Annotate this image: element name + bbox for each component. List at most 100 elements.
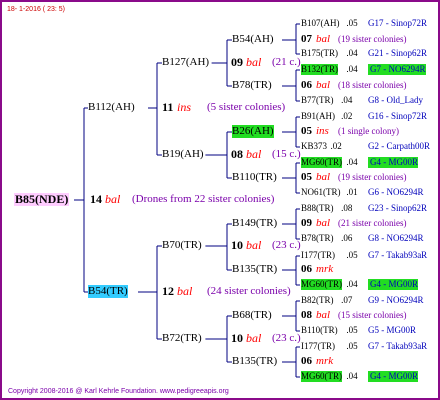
g2-gen: 09 <box>231 55 243 69</box>
g2-note: (23 c.) <box>272 332 301 344</box>
g3-gen: 06 <box>301 79 312 91</box>
g4-reference: G6 - NO6294R <box>368 187 424 197</box>
g4-colony: B77(TR) <box>301 95 334 105</box>
g2-gen: 08 <box>231 147 243 161</box>
g4-reference: G16 - Sinop72R <box>368 111 428 121</box>
pedigree-frame: 18- 1-2016 ( 23: 5) B85(NDE) 14 bal (Drones… <box>0 0 440 400</box>
g3-note: (19 sister colonies) <box>338 172 407 182</box>
g3-colony: B135(TR) <box>232 263 278 275</box>
g4-reference: G21 - Sinop62R <box>368 48 428 58</box>
g2-race: bal <box>246 331 262 345</box>
g3-note: (19 sister colonies) <box>338 34 407 44</box>
g1-bottom-gen: 12 <box>162 284 174 298</box>
g2-gen: 10 <box>231 238 243 252</box>
g2-note: (23 c.) <box>272 239 301 251</box>
root-note: (Drones from 22 sister colonies) <box>132 193 275 205</box>
g4-year: .02 <box>330 141 342 151</box>
g4-year: .04 <box>346 157 358 167</box>
g1-top-race: ins <box>177 100 192 114</box>
g4-reference: G5 - MG00R <box>368 325 417 335</box>
g3-colony: B78(TR) <box>232 79 272 91</box>
g1-bottom-race: bal <box>177 284 193 298</box>
g4-year: .01 <box>346 187 358 197</box>
g3-colony: B68(TR) <box>232 309 272 321</box>
g4-reference: G8 - NO6294R <box>368 233 424 243</box>
g4-year: .06 <box>341 233 353 243</box>
g3-gen: 06 <box>301 263 312 275</box>
g3-race: mrk <box>316 355 334 367</box>
g3-race: mrk <box>316 263 334 275</box>
g4-colony: MG60(TR) <box>301 371 342 382</box>
g3-race: bal <box>316 79 331 91</box>
g4-colony: B88(TR) <box>301 203 334 213</box>
g3-colony: B54(AH) <box>232 33 274 45</box>
g1-bottom-colony blue-hl: B54(TR) <box>88 285 128 298</box>
g3-gen: 05 <box>301 125 312 137</box>
g2-colony: B19(AH) <box>162 148 204 160</box>
g4-colony: B110(TR) <box>301 325 338 335</box>
g1-top-note: (5 sister colonies) <box>207 101 286 113</box>
g3-note: (18 sister colonies) <box>338 80 407 90</box>
g4-reference: G7 - Takab93aR <box>368 250 428 260</box>
g2-gen: 10 <box>231 331 243 345</box>
g4-reference: G7 - NO6294R <box>368 64 426 75</box>
g4-colony: KB373 <box>301 141 328 151</box>
header-date: 18- 1-2016 ( 23: 5) <box>7 6 65 13</box>
g2-note: (21 c.) <box>272 56 301 68</box>
g4-year: .04 <box>346 64 358 74</box>
g2-colony: B72(TR) <box>162 332 202 344</box>
g3-gen: 05 <box>301 171 312 183</box>
g3-colony: B110(TR) <box>232 171 277 183</box>
g2-race: bal <box>246 147 262 161</box>
g4-year: .02 <box>341 111 353 121</box>
g3-gen: 06 <box>301 355 312 367</box>
g2-race: bal <box>246 238 262 252</box>
g1-bottom-note: (24 sister colonies) <box>207 285 291 297</box>
g2-colony: B127(AH) <box>162 56 210 68</box>
g4-year: .04 <box>341 95 353 105</box>
g4-year: .05 <box>346 325 358 335</box>
g4-reference: G4 - MG00R <box>368 371 419 382</box>
g2-race: bal <box>246 55 262 69</box>
g3-note: (1 single colony) <box>338 126 399 136</box>
g4-colony: NO61(TR) <box>301 187 341 197</box>
g4-year: .04 <box>346 279 358 289</box>
g3-colony: B149(TR) <box>232 217 278 229</box>
g3-note: (21 sister colonies) <box>338 218 407 228</box>
g4-reference: G23 - Sinop62R <box>368 203 428 213</box>
g2-colony: B70(TR) <box>162 239 202 251</box>
g4-reference: G8 - Old_Lady <box>368 95 423 105</box>
g3-colony: B26(AH) <box>232 125 274 138</box>
g4-year: .05 <box>346 341 358 351</box>
g1-top-colony: B112(AH) <box>88 101 135 113</box>
g4-colony: MG60(TR) <box>301 157 342 168</box>
g4-year: .05 <box>346 250 358 260</box>
g3-race: bal <box>316 171 331 183</box>
g4-reference: G9 - NO6294R <box>368 295 424 305</box>
g4-colony: MG60(TR) <box>301 279 342 290</box>
g3-note: (15 sister colonies) <box>338 310 407 320</box>
g3-gen: 07 <box>301 33 312 45</box>
g4-colony: I177(TR) <box>301 341 335 351</box>
g3-race: bal <box>316 309 331 321</box>
root-colony: B85(NDE) <box>14 192 70 206</box>
root-gen: 14 <box>90 192 102 206</box>
g2-note: (15 c.) <box>272 148 301 160</box>
g4-year: .05 <box>346 18 358 28</box>
g4-colony: B91(AH) <box>301 111 335 121</box>
g4-colony: B175(TR) <box>301 48 338 58</box>
g3-race: bal <box>316 33 331 45</box>
root-race: bal <box>105 192 121 206</box>
footer-copyright: Copyright 2008-2016 @ Karl Kehrle Founda… <box>8 388 229 395</box>
g4-colony: B82(TR) <box>301 295 334 305</box>
g4-year: .08 <box>341 203 353 213</box>
g4-colony: B107(AH) <box>301 18 340 28</box>
g3-gen: 09 <box>301 217 312 229</box>
g4-reference: G17 - Sinop72R <box>368 18 428 28</box>
g3-gen: 08 <box>301 309 312 321</box>
g1-top-gen: 11 <box>162 100 174 114</box>
g4-year: .04 <box>346 371 358 381</box>
g4-colony: I177(TR) <box>301 250 335 260</box>
g4-reference: G4 - MG00R <box>368 157 419 168</box>
g3-race: ins <box>316 125 329 137</box>
